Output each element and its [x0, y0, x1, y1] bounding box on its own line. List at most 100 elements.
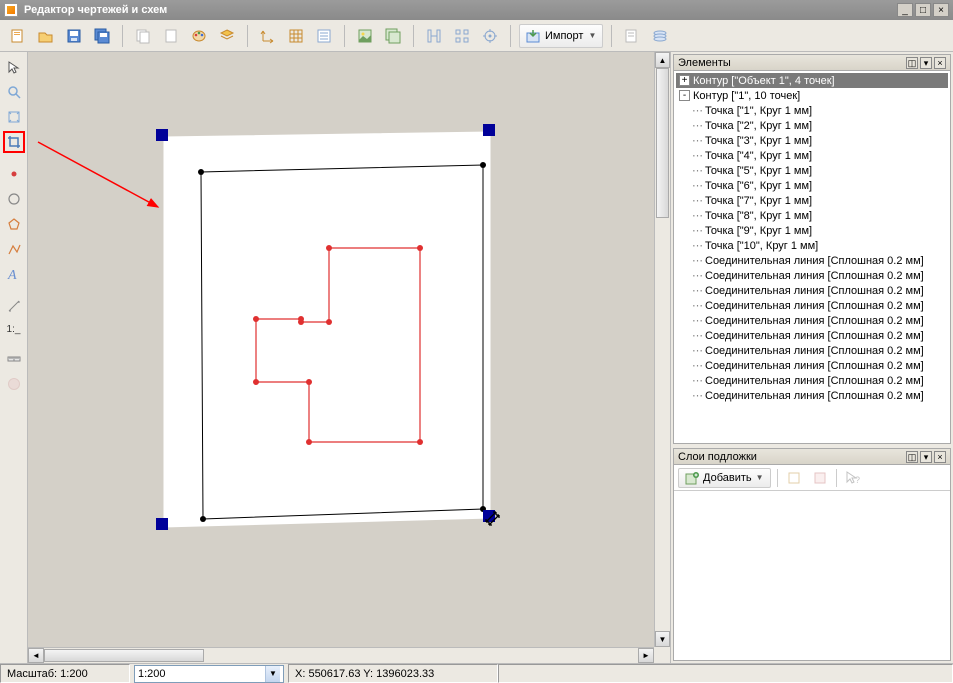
elements-tree[interactable]: +Контур ["Объект 1", 4 точек]-Контур ["1… [674, 71, 950, 443]
layers-stack-button[interactable] [648, 24, 672, 48]
tree-row[interactable]: ⋯Соединительная линия [Сплошная 0.2 мм] [676, 373, 948, 388]
palette-button[interactable] [187, 24, 211, 48]
canvas-h-scrollbar[interactable]: ◄ ► [28, 647, 654, 663]
tree-row[interactable]: ⋯Соединительная линия [Сплошная 0.2 мм] [676, 388, 948, 403]
tree-label: Точка ["3", Круг 1 мм] [705, 135, 812, 147]
right-panels: Элементы ◫ ▾ × +Контур ["Объект 1", 4 то… [671, 52, 953, 663]
panel-pin-button[interactable]: ▾ [920, 57, 932, 69]
circle-tool[interactable] [3, 188, 25, 210]
paste-button[interactable] [159, 24, 183, 48]
tree-row[interactable]: ⋯Соединительная линия [Сплошная 0.2 мм] [676, 298, 948, 313]
tree-row[interactable]: -Контур ["1", 10 точек] [676, 88, 948, 103]
grid-button[interactable] [284, 24, 308, 48]
tree-branch-icon: ⋯ [692, 314, 702, 327]
doc-settings-button[interactable] [620, 24, 644, 48]
layer-pointer-help-button[interactable]: ? [843, 468, 863, 488]
minimize-button[interactable]: _ [897, 3, 913, 17]
copy-button[interactable] [131, 24, 155, 48]
new-document-button[interactable] [6, 24, 30, 48]
open-button[interactable] [34, 24, 58, 48]
import-button[interactable]: Импорт ▼ [519, 24, 603, 48]
expander-plus-icon[interactable]: + [679, 75, 690, 86]
disabled-tool [3, 373, 25, 395]
save-button[interactable] [62, 24, 86, 48]
properties-button[interactable] [312, 24, 336, 48]
panel-close-button[interactable]: × [934, 57, 946, 69]
tree-row[interactable]: ⋯Точка ["7", Круг 1 мм] [676, 193, 948, 208]
tree-row[interactable]: ⋯Соединительная линия [Сплошная 0.2 мм] [676, 253, 948, 268]
tree-row[interactable]: +Контур ["Объект 1", 4 точек] [676, 73, 948, 88]
tree-row[interactable]: ⋯Точка ["2", Круг 1 мм] [676, 118, 948, 133]
tree-row[interactable]: ⋯Точка ["10", Круг 1 мм] [676, 238, 948, 253]
tree-row[interactable]: ⋯Точка ["5", Круг 1 мм] [676, 163, 948, 178]
crop-tool[interactable] [3, 131, 25, 153]
tree-row[interactable]: ⋯Соединительная линия [Сплошная 0.2 мм] [676, 358, 948, 373]
tree-branch-icon: ⋯ [692, 284, 702, 297]
align-h-button[interactable] [422, 24, 446, 48]
image-button[interactable] [353, 24, 377, 48]
app-icon [4, 3, 18, 17]
scale-indicator[interactable]: 1:_ [3, 320, 25, 338]
scroll-right-button[interactable]: ► [638, 648, 654, 663]
image-stack-button[interactable] [381, 24, 405, 48]
close-button[interactable]: × [933, 3, 949, 17]
scroll-down-button[interactable]: ▼ [655, 631, 670, 647]
tree-label: Соединительная линия [Сплошная 0.2 мм] [705, 360, 924, 372]
layers-panel-header[interactable]: Слои подложки ◫ ▾ × [674, 449, 950, 465]
expander-minus-icon[interactable]: - [679, 90, 690, 101]
tree-row[interactable]: ⋯Точка ["1", Круг 1 мм] [676, 103, 948, 118]
layer-edit-button[interactable] [784, 468, 804, 488]
tree-label: Соединительная линия [Сплошная 0.2 мм] [705, 300, 924, 312]
align-grid-button[interactable] [450, 24, 474, 48]
tree-row[interactable]: ⋯Точка ["3", Круг 1 мм] [676, 133, 948, 148]
scroll-left-button[interactable]: ◄ [28, 648, 44, 663]
scroll-h-thumb[interactable] [44, 649, 204, 662]
panel-pin-button[interactable]: ▾ [920, 451, 932, 463]
scale-value: 1:200 [138, 668, 166, 680]
line-tool[interactable] [3, 238, 25, 260]
tree-label: Точка ["6", Круг 1 мм] [705, 180, 812, 192]
polygon-tool[interactable] [3, 213, 25, 235]
tree-row[interactable]: ⋯Точка ["8", Круг 1 мм] [676, 208, 948, 223]
fit-tool[interactable] [3, 106, 25, 128]
tree-row[interactable]: ⋯Соединительная линия [Сплошная 0.2 мм] [676, 283, 948, 298]
tree-row[interactable]: ⋯Точка ["4", Круг 1 мм] [676, 148, 948, 163]
panel-dock-button[interactable]: ◫ [906, 57, 918, 69]
tree-row[interactable]: ⋯Точка ["9", Круг 1 мм] [676, 223, 948, 238]
zoom-tool[interactable] [3, 81, 25, 103]
point-tool[interactable] [3, 163, 25, 185]
tree-row[interactable]: ⋯Соединительная линия [Сплошная 0.2 мм] [676, 268, 948, 283]
canvas-area[interactable]: ▲ ▼ ◄ ► [28, 52, 671, 663]
dropdown-arrow-icon[interactable]: ▼ [265, 666, 280, 682]
ruler-tool[interactable] [3, 348, 25, 370]
tree-row[interactable]: ⋯Соединительная линия [Сплошная 0.2 мм] [676, 328, 948, 343]
tree-row[interactable]: ⋯Соединительная линия [Сплошная 0.2 мм] [676, 343, 948, 358]
status-empty [498, 664, 953, 683]
save-all-button[interactable] [90, 24, 114, 48]
panel-close-button[interactable]: × [934, 451, 946, 463]
add-layer-button[interactable]: Добавить ▼ [678, 468, 771, 488]
add-layer-label: Добавить [703, 472, 752, 484]
status-bar: Масштаб: 1:200 1:200 ▼ X: 550617.63 Y: 1… [0, 663, 953, 683]
tree-row[interactable]: ⋯Точка ["6", Круг 1 мм] [676, 178, 948, 193]
scroll-up-button[interactable]: ▲ [655, 52, 670, 68]
measure-tool[interactable] [3, 295, 25, 317]
scale-combo[interactable]: 1:200 ▼ [134, 665, 284, 683]
axes-button[interactable] [256, 24, 280, 48]
pointer-tool[interactable] [3, 56, 25, 78]
tree-label: Соединительная линия [Сплошная 0.2 мм] [705, 285, 924, 297]
drawing-canvas[interactable] [28, 52, 651, 647]
elements-panel-header[interactable]: Элементы ◫ ▾ × [674, 55, 950, 71]
layers-button[interactable] [215, 24, 239, 48]
panel-dock-button[interactable]: ◫ [906, 451, 918, 463]
status-coords: X: 550617.63 Y: 1396023.33 [288, 664, 498, 683]
import-label: Импорт [545, 30, 583, 42]
tree-row[interactable]: ⋯Соединительная линия [Сплошная 0.2 мм] [676, 313, 948, 328]
canvas-v-scrollbar[interactable]: ▲ ▼ [654, 52, 670, 647]
tree-branch-icon: ⋯ [692, 269, 702, 282]
scroll-v-thumb[interactable] [656, 68, 669, 218]
snap-button[interactable] [478, 24, 502, 48]
text-tool[interactable]: A [3, 263, 25, 285]
maximize-button[interactable]: □ [915, 3, 931, 17]
layer-delete-button[interactable] [810, 468, 830, 488]
